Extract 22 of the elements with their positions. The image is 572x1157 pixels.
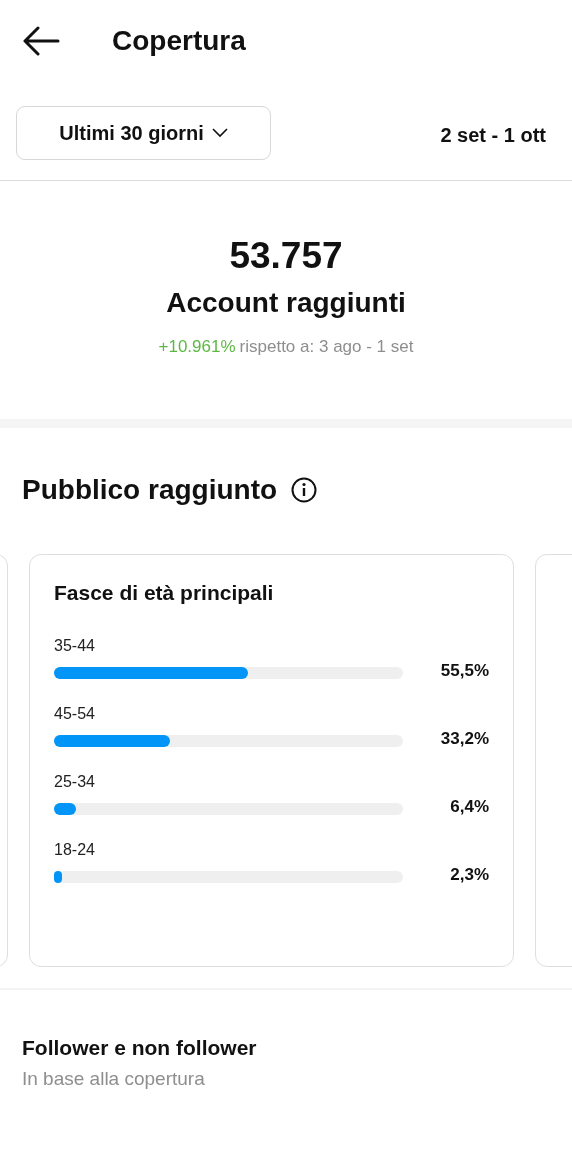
date-range: 2 set - 1 ott — [440, 122, 546, 147]
section-title: Follower e non follower — [22, 1036, 258, 1060]
percent-value: 2,3% — [449, 865, 489, 885]
percent-value: 6,4% — [449, 797, 489, 817]
comparison-period: rispetto a: 3 ago - 1 set — [239, 337, 414, 357]
period-dropdown[interactable]: Ultimi 30 giorni — [16, 106, 271, 160]
age-range-label: 45-54 — [54, 705, 96, 723]
page-title: Copertura — [112, 25, 246, 57]
back-arrow-icon[interactable] — [22, 26, 60, 56]
info-icon[interactable] — [291, 477, 318, 503]
age-range-label: 25-34 — [54, 773, 96, 791]
age-range-label: 35-44 — [54, 637, 96, 655]
change-percent: +10.961% — [158, 337, 236, 357]
reach-label: Account raggiunti — [166, 287, 406, 319]
percent-value: 55,5% — [439, 661, 489, 681]
age-range-label: 18-24 — [54, 841, 96, 859]
reach-count: 53.757 — [229, 234, 343, 278]
percent-value: 33,2% — [439, 729, 489, 749]
section-subtitle: In base alla copertura — [22, 1068, 206, 1090]
section-title: Pubblico raggiunto — [22, 474, 278, 506]
card-title: Fasce di età principali — [54, 581, 275, 605]
chevron-down-icon — [211, 128, 228, 138]
